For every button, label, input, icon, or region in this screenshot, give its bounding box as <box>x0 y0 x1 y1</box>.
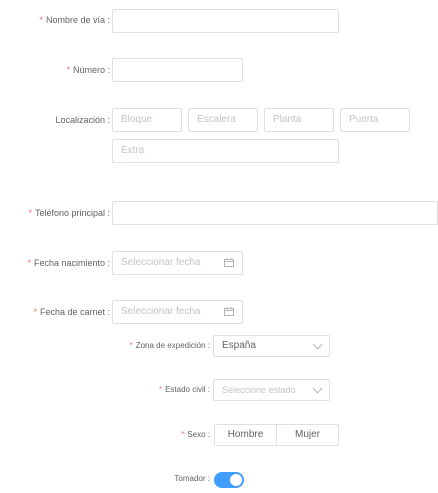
birth-date-picker[interactable]: Seleccionar fecha <box>112 251 243 275</box>
required-asterisk: * <box>158 385 163 394</box>
required-asterisk: * <box>129 341 133 350</box>
license-date-picker[interactable]: Seleccionar fecha <box>112 300 243 324</box>
stair-input[interactable]: Escalera <box>188 108 258 132</box>
sex-label: * Sexo : <box>181 430 210 439</box>
number-input[interactable] <box>112 58 243 82</box>
license-date-label: * Fecha de carnet : <box>33 307 110 317</box>
sex-option-male[interactable]: Hombre <box>214 424 277 446</box>
sex-option-female[interactable]: Mujer <box>276 424 339 446</box>
extra-input[interactable]: Extra <box>112 139 339 163</box>
taker-toggle[interactable] <box>214 472 244 488</box>
street-label: * Nombre de vía : <box>39 15 110 25</box>
street-input[interactable] <box>112 9 339 33</box>
required-asterisk: * <box>33 307 37 317</box>
block-input[interactable]: Bloque <box>112 108 182 132</box>
birth-date-label: * Fecha nacimiento : <box>27 258 110 268</box>
taker-label: Tomador : <box>174 474 210 483</box>
door-input[interactable]: Puerta <box>340 108 410 132</box>
required-asterisk: * <box>27 258 31 268</box>
chevron-down-icon <box>312 339 323 350</box>
issue-zone-select[interactable]: España <box>213 335 330 357</box>
floor-input[interactable]: Planta <box>264 108 334 132</box>
required-asterisk: * <box>181 430 185 439</box>
issue-zone-label: * Zona de expedición : <box>129 341 210 350</box>
required-asterisk: * <box>66 65 70 75</box>
required-asterisk: * <box>28 208 32 218</box>
number-label: * Número : <box>66 65 110 75</box>
toggle-knob <box>230 474 242 486</box>
location-label: Localización : <box>55 115 110 125</box>
civil-status-select[interactable]: Seleccione estado <box>213 379 330 401</box>
phone-label: * Teléfono principal : <box>28 208 110 218</box>
civil-status-label: * Estado civil : <box>158 385 210 394</box>
phone-input[interactable] <box>112 201 438 225</box>
calendar-icon <box>224 258 234 267</box>
calendar-icon <box>224 307 234 316</box>
required-asterisk: * <box>39 15 43 25</box>
chevron-down-icon <box>312 383 323 394</box>
